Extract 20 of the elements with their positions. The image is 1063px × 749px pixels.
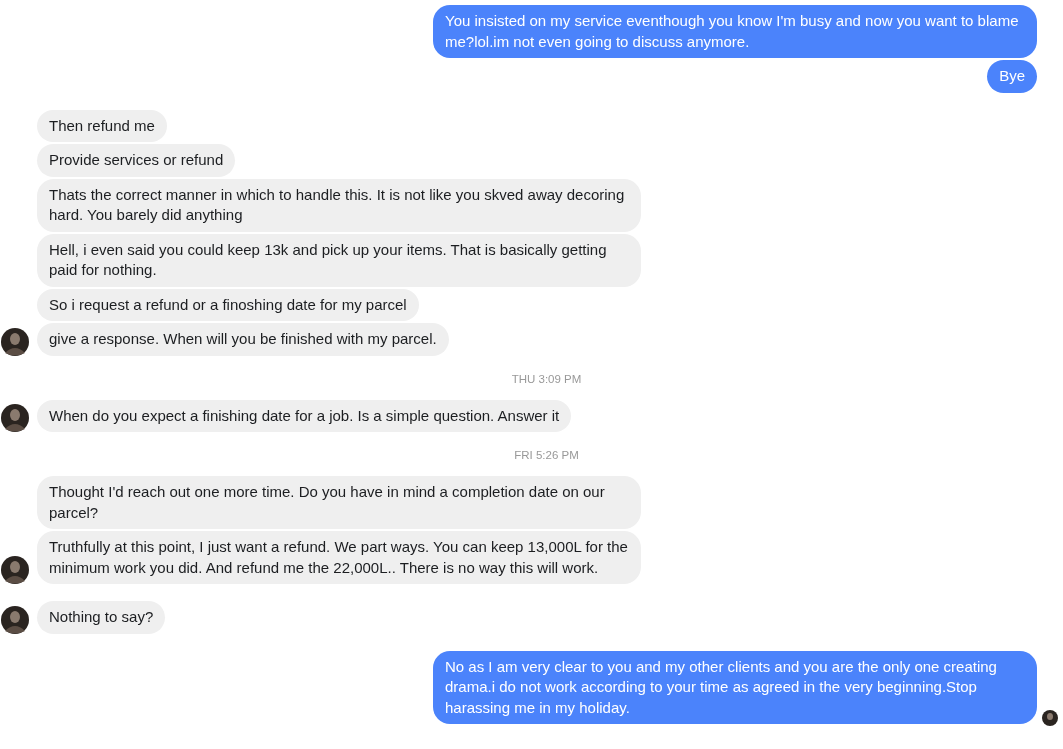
message-bubble: Then refund me <box>37 109 167 142</box>
avatar[interactable] <box>1 327 29 356</box>
timestamp: FRI 5:26 PM <box>513 449 580 461</box>
message-bubble: Hell, i even said you could keep 13k and pick up your items. That is basically getting paid for nothing. <box>37 233 641 287</box>
message-bubble: Provide services or refund <box>37 144 236 177</box>
avatar[interactable] <box>1 605 29 634</box>
avatar[interactable] <box>1 404 29 432</box>
seen-avatar <box>1042 710 1058 726</box>
message-bubble: Truthfully at this point, I just want a refund. We part ways. You can keep 13,000L for the minimum work you did. And refund me the 22,000L.. There is no way this will work. <box>37 531 641 584</box>
message-bubble: You insisted on my service eventhough you know I'm busy and now you want to blame me?lol.im not even going to discuss anymore. <box>433 5 1037 58</box>
message-bubble: So i request a refund or a finoshing date for my parcel <box>37 288 419 321</box>
message-bubble: Nothing to say? <box>37 601 166 634</box>
avatar[interactable] <box>1 556 29 584</box>
message-bubble: Bye <box>987 60 1037 93</box>
message-bubble: Thought I'd reach out one more time. Do you have in mind a completion date on our parcel? <box>37 476 641 529</box>
message-bubble: Thats the correct manner in which to handle this. It is not like you skved away decoring hard. You barely did anything <box>37 178 641 232</box>
timestamp: THU 3:09 PM <box>510 372 583 385</box>
message-bubble: give a response. When will you be finished with my parcel. <box>37 323 449 356</box>
message-bubble: No as I am very clear to you and my other clients and you are the only one creating drama.i do not work according to your time as agreed in the very beginning.Stop harassing me in my holiday. <box>433 650 1037 724</box>
message-bubble: When do you expect a finishing date for a job. Is a simple question. Answer it <box>37 399 572 432</box>
